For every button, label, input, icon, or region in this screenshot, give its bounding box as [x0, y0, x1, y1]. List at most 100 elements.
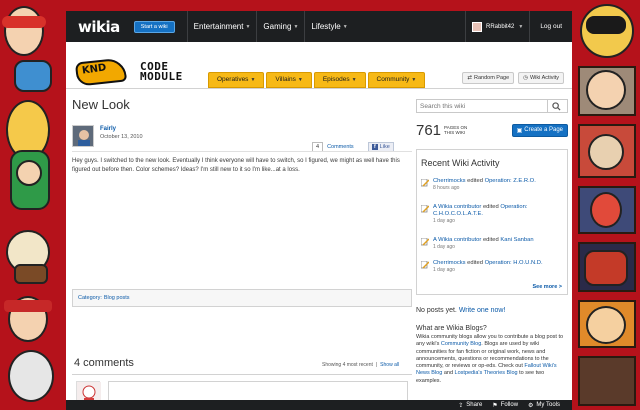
wiki-activity-label: Wiki Activity: [529, 75, 559, 81]
wiki-header: KND CODE MODULE Operatives ▼ Villains ▼ Epi…: [66, 42, 572, 88]
activity-text: Cherrimocks edited Operation: H.O.U.N.D.…: [433, 260, 561, 274]
wikia-toolbar: ⇪ Share ⚑ Follow ⚙ My Tools: [66, 400, 572, 410]
hub-label: Lifestyle: [311, 22, 341, 31]
character-art: [14, 60, 52, 92]
wiki-logo[interactable]: KND CODE MODULE: [72, 56, 202, 88]
username: RRabbit42: [486, 23, 515, 30]
comments-sort: Showing 4 most recent | Show all: [322, 362, 399, 368]
user-menu[interactable]: RRabbit42 ▼: [465, 11, 529, 42]
character-art: [586, 16, 626, 34]
search-input[interactable]: [417, 102, 547, 110]
user-avatar: [472, 21, 482, 32]
nav-tab-operatives[interactable]: Operatives ▼: [208, 72, 265, 88]
activity-action: edited: [482, 204, 499, 210]
activity-page[interactable]: Operation: H.O.U.N.D.: [485, 260, 543, 266]
follow-button[interactable]: ⚑ Follow: [492, 402, 518, 409]
tools-icon: ⚙: [528, 402, 534, 409]
wiki-activity-button[interactable]: ◷ Wiki Activity: [518, 72, 564, 84]
category-prefix[interactable]: Category:: [78, 295, 102, 301]
write-post-link[interactable]: Write one now!: [459, 307, 506, 314]
follow-icon: ⚑: [492, 402, 498, 409]
blogs-heading: What are Wikia Blogs?: [416, 325, 487, 332]
no-posts-label: No posts yet.: [416, 307, 457, 314]
character-art: [8, 350, 54, 402]
chevron-down-icon: ▼: [411, 76, 417, 83]
nav-tab-label: Community: [376, 76, 410, 83]
activity-page[interactable]: Operation: Z.E.R.O.: [485, 178, 536, 184]
character-art: [4, 6, 44, 56]
share-button[interactable]: ⇪ Share: [458, 402, 482, 409]
divider: [72, 374, 412, 375]
author-avatar[interactable]: [72, 125, 94, 147]
activity-action: edited: [467, 178, 483, 184]
create-page-icon: ▣: [516, 127, 523, 134]
activity-time: 1 day ago: [433, 244, 455, 250]
logout-link[interactable]: Log out: [529, 11, 572, 42]
comments-link[interactable]: Comments: [327, 144, 354, 150]
community-blog-link[interactable]: Community Blog: [441, 341, 481, 347]
article: New Look Fairly October 13, 2010 4 Comme…: [72, 97, 412, 152]
activity-time: 8 hours ago: [433, 185, 460, 191]
hub-entertainment[interactable]: Entertainment ▼: [186, 11, 257, 42]
activity-user[interactable]: A Wikia contributor: [433, 204, 481, 210]
logo-line-2: MODULE: [140, 70, 183, 83]
chevron-down-icon: ▼: [250, 76, 256, 83]
hub-gaming[interactable]: Gaming ▼: [256, 11, 304, 42]
edit-icon: [421, 261, 429, 269]
activity-time: 1 day ago: [433, 267, 455, 273]
character-art: [586, 70, 626, 110]
wikia-logo[interactable]: wikia: [78, 18, 120, 36]
share-icon: ⇪: [458, 402, 464, 409]
wiki-search: [416, 99, 568, 113]
activity-text: Cherrimocks edited Operation: Z.E.R.O. 8…: [433, 178, 561, 192]
page-title: New Look: [72, 97, 130, 112]
blogs-and: and: [443, 370, 454, 377]
character-art: [586, 306, 626, 344]
create-page-label: Create a Page: [524, 127, 563, 133]
comic-panel: [578, 356, 636, 406]
activity-page[interactable]: Kani Sanban: [500, 237, 533, 243]
logo-code-module-text: CODE MODULE: [140, 61, 183, 83]
avatar-picture: [73, 126, 93, 146]
my-tools-label: My Tools: [536, 402, 560, 408]
character-art: [588, 134, 624, 170]
global-navigation: wikia Start a wiki Entertainment ▼ Gaming…: [66, 11, 572, 42]
nav-tab-label: Villains: [275, 76, 296, 83]
share-label: Share: [466, 402, 483, 408]
search-icon: [552, 101, 561, 111]
lostpedia-blog-link[interactable]: Lostpedia's Theories Blog: [455, 370, 518, 376]
start-wiki-button[interactable]: Start a wiki: [133, 20, 175, 33]
activity-icon: ◷: [523, 75, 528, 81]
wiki-stats: 761 PAGES ON THIS WIKI ▣ Create a Page: [416, 119, 568, 141]
show-all-link[interactable]: Show all: [380, 362, 399, 368]
nav-tab-villains[interactable]: Villains ▼: [266, 72, 312, 88]
post-meta: Fairly October 13, 2010 4 Comments: [72, 125, 412, 152]
author-link[interactable]: Fairly: [100, 126, 116, 132]
activity-user[interactable]: A Wikia contributor: [433, 237, 481, 243]
activity-user[interactable]: Cherrimocks: [433, 260, 466, 266]
random-page-button[interactable]: ⇄ Random Page: [462, 72, 515, 84]
activity-text: A Wikia contributor edited Operation: C.…: [433, 204, 561, 225]
separator: |: [375, 362, 378, 368]
activity-user[interactable]: Cherrimocks: [433, 178, 466, 184]
wiki-tools: ⇄ Random Page ◷ Wiki Activity: [462, 72, 564, 84]
random-page-label: Random Page: [473, 75, 510, 81]
recent-activity-module: Recent Wiki Activity Cherrimocks edited …: [416, 149, 568, 295]
create-page-button[interactable]: ▣ Create a Page: [511, 123, 568, 137]
showing-label: Showing 4 most recent: [322, 362, 373, 368]
activity-action: edited: [482, 237, 499, 243]
category-link[interactable]: Blog posts: [104, 295, 130, 301]
edit-icon: [421, 238, 429, 246]
nav-tab-episodes[interactable]: Episodes ▼: [313, 72, 366, 88]
character-art: [4, 300, 52, 312]
hub-lifestyle[interactable]: Lifestyle ▼: [304, 11, 353, 42]
page-count: 761: [416, 121, 442, 139]
search-button[interactable]: [547, 100, 565, 112]
see-more-link[interactable]: See more >: [532, 284, 562, 290]
page-content: New Look Fairly October 13, 2010 4 Comme…: [66, 88, 572, 410]
my-tools-button[interactable]: ⚙ My Tools: [528, 402, 560, 409]
hub-label: Entertainment: [193, 22, 244, 31]
wiki-navigation: Operatives ▼ Villains ▼ Episodes ▼ Communit…: [208, 72, 426, 88]
character-art: [590, 192, 622, 228]
nav-tab-community[interactable]: Community ▼: [367, 72, 426, 88]
